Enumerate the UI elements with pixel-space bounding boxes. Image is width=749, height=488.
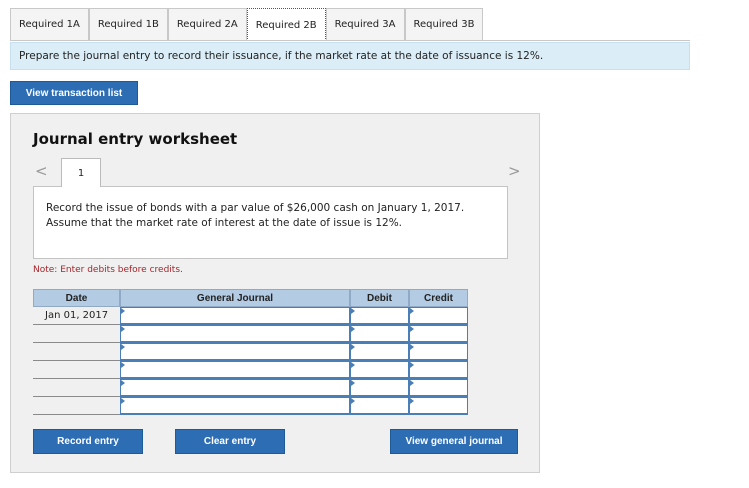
credit-input[interactable] — [409, 325, 468, 343]
table-row: Jan 01, 2017 — [33, 307, 468, 325]
credit-input[interactable] — [409, 379, 468, 397]
tab-required-2b[interactable]: Required 2B — [246, 8, 326, 41]
debit-input[interactable] — [350, 307, 409, 325]
general-journal-header: General Journal — [120, 289, 350, 307]
next-arrow-icon[interactable]: > — [508, 162, 521, 180]
clear-entry-button[interactable]: Clear entry — [175, 429, 285, 454]
tab-required-2a[interactable]: Required 2A — [167, 8, 247, 40]
record-entry-button[interactable]: Record entry — [33, 429, 143, 454]
required-tabs: Required 1A Required 1B Required 2A Requ… — [10, 8, 484, 41]
credit-input[interactable] — [409, 343, 468, 361]
worksheet-title: Journal entry worksheet — [33, 130, 238, 148]
date-cell — [33, 361, 120, 379]
tab-required-1a[interactable]: Required 1A — [10, 8, 89, 40]
instruction-banner: Prepare the journal entry to record thei… — [10, 42, 690, 70]
previous-arrow-icon[interactable]: < — [35, 162, 48, 180]
date-cell — [33, 379, 120, 397]
account-input[interactable] — [120, 361, 350, 379]
tab-required-1b[interactable]: Required 1B — [88, 8, 168, 40]
debit-input[interactable] — [350, 379, 409, 397]
step-tab-1[interactable]: 1 — [61, 158, 101, 187]
view-transaction-list-button[interactable]: View transaction list — [10, 81, 138, 105]
transaction-description: Record the issue of bonds with a par val… — [33, 186, 508, 259]
date-cell — [33, 325, 120, 343]
account-input[interactable] — [120, 307, 350, 325]
debit-input[interactable] — [350, 343, 409, 361]
account-input[interactable] — [120, 397, 350, 415]
journal-entry-worksheet: Journal entry worksheet < 1 > Record the… — [10, 113, 540, 473]
journal-table: Date General Journal Debit Credit Jan 01… — [33, 289, 468, 415]
account-input[interactable] — [120, 325, 350, 343]
debit-header: Debit — [350, 289, 409, 307]
table-row — [33, 343, 468, 361]
credit-input[interactable] — [409, 397, 468, 415]
tab-required-3b[interactable]: Required 3B — [404, 8, 484, 40]
tabs-divider — [10, 40, 690, 41]
view-general-journal-button[interactable]: View general journal — [390, 429, 518, 454]
journal-header-row: Date General Journal Debit Credit — [33, 289, 468, 307]
tab-required-3a[interactable]: Required 3A — [325, 8, 405, 40]
debit-credit-note: Note: Enter debits before credits. — [33, 265, 183, 275]
account-input[interactable] — [120, 379, 350, 397]
table-row — [33, 325, 468, 343]
credit-input[interactable] — [409, 307, 468, 325]
table-row — [33, 379, 468, 397]
table-row — [33, 361, 468, 379]
date-cell: Jan 01, 2017 — [33, 307, 120, 325]
debit-input[interactable] — [350, 397, 409, 415]
debit-input[interactable] — [350, 361, 409, 379]
account-input[interactable] — [120, 343, 350, 361]
credit-input[interactable] — [409, 361, 468, 379]
debit-input[interactable] — [350, 325, 409, 343]
date-header: Date — [33, 289, 120, 307]
date-cell — [33, 397, 120, 415]
table-row — [33, 397, 468, 415]
credit-header: Credit — [409, 289, 468, 307]
date-cell — [33, 343, 120, 361]
